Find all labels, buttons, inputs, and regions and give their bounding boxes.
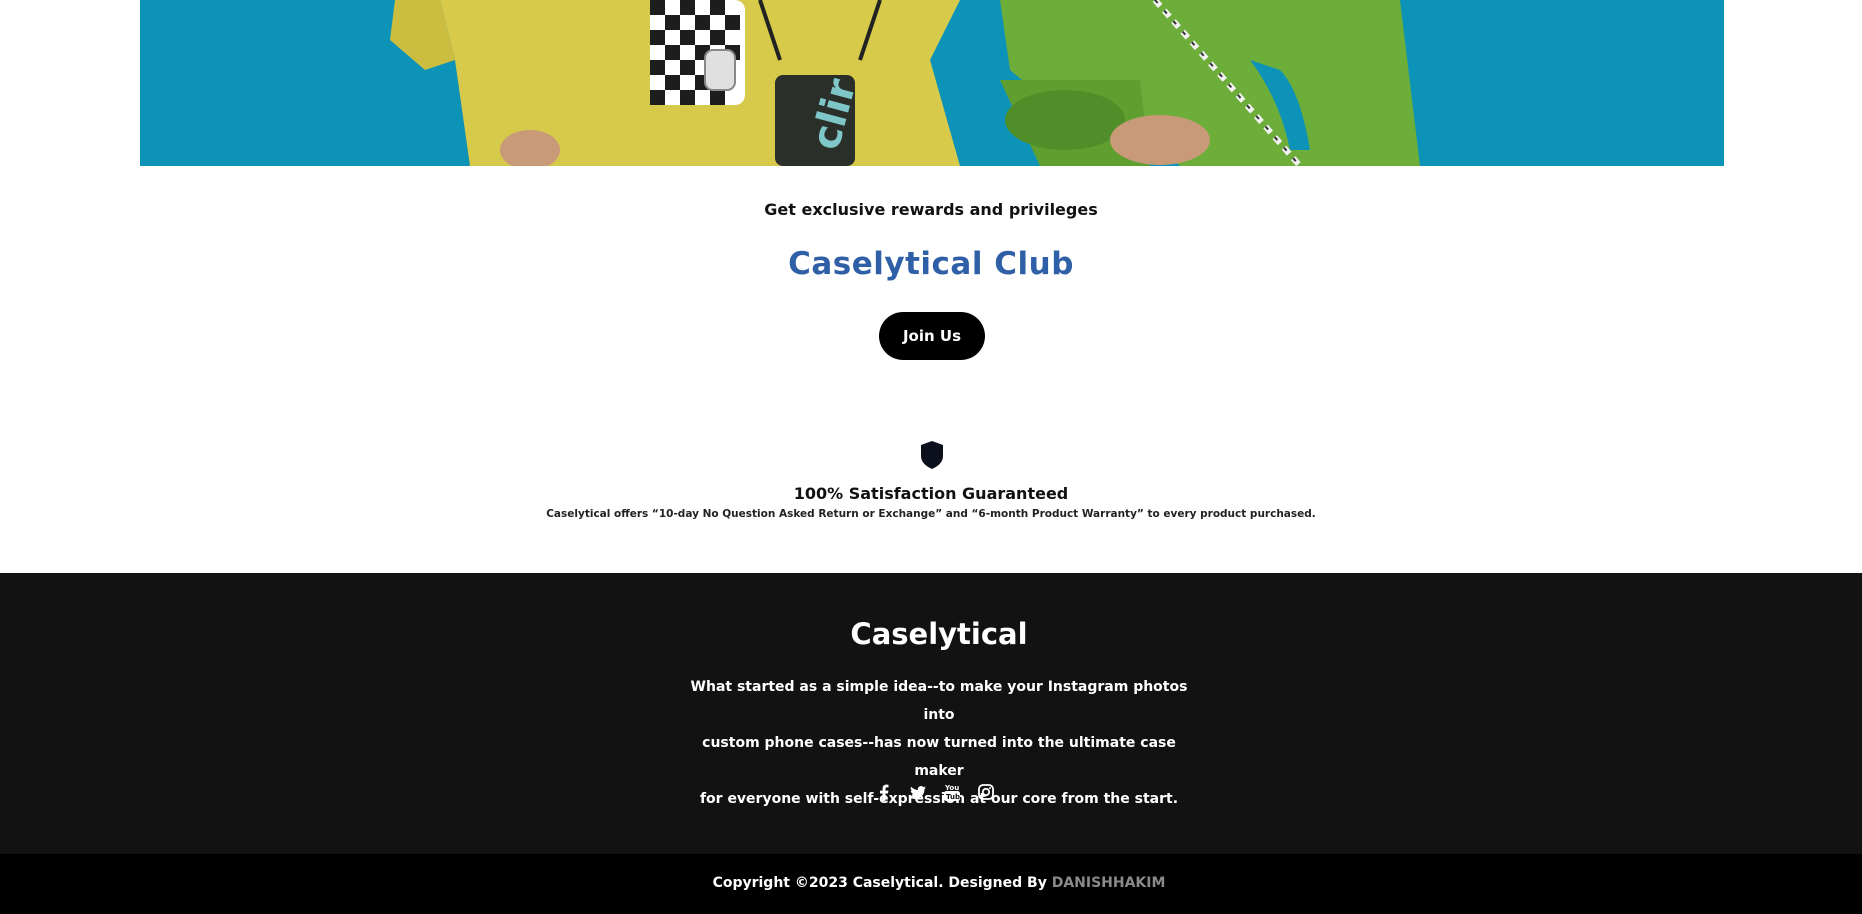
footer-brand: Caselytical (850, 617, 1028, 651)
designer-link[interactable]: DANISHHAKIM (1052, 875, 1166, 891)
facebook-icon[interactable] (874, 782, 894, 802)
svg-text:Tube: Tube (946, 793, 960, 801)
guarantee-title: 100% Satisfaction Guaranteed (793, 484, 1069, 503)
join-us-button[interactable]: Join Us (879, 312, 985, 360)
copyright-text: Copyright ©2023 Caselytical. Designed By… (0, 875, 1862, 891)
shield-icon (919, 440, 945, 470)
svg-text:You: You (944, 784, 959, 792)
social-links: You Tube (874, 782, 1004, 802)
footer-about-line: What started as a simple idea--to make y… (690, 679, 1188, 723)
instagram-icon[interactable] (976, 782, 996, 802)
youtube-icon[interactable]: You Tube (942, 782, 962, 802)
club-tagline: Get exclusive rewards and privileges (764, 200, 1098, 219)
club-title: Caselytical Club (788, 246, 1074, 282)
copyright-bar: Copyright ©2023 Caselytical. Designed By… (0, 854, 1862, 914)
twitter-icon[interactable] (908, 782, 928, 802)
copyright-label: Copyright ©2023 Caselytical. Designed By (712, 875, 1052, 891)
guarantee-description: Caselytical offers “10-day No Question A… (546, 508, 1316, 520)
footer: Caselytical What started as a simple ide… (0, 573, 1862, 854)
footer-about-line: custom phone cases--has now turned into … (702, 735, 1176, 779)
hero-image: clir (140, 0, 1724, 166)
